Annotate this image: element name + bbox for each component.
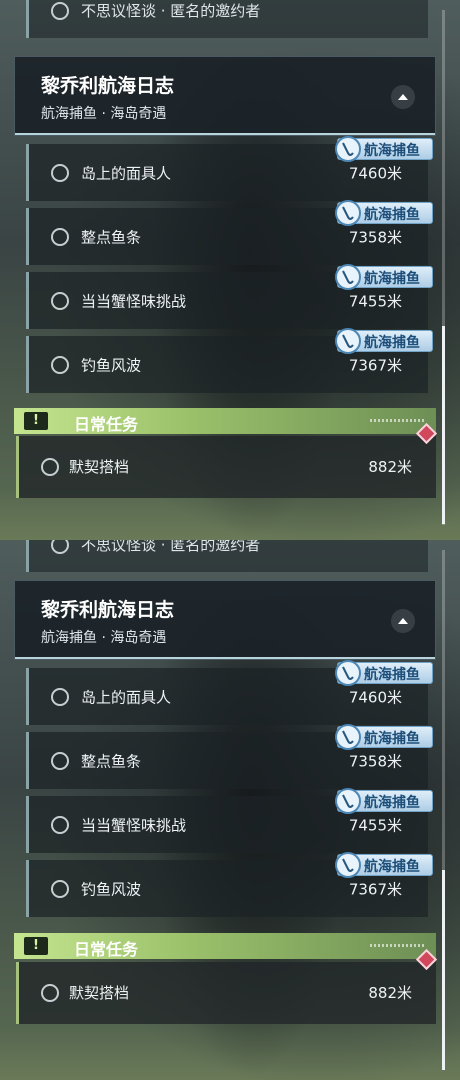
quest-group-title: 黎乔利航海日志 — [41, 599, 175, 621]
daily-tasks-header[interactable]: ! 日常任务 — [14, 408, 436, 434]
tag-label: 航海捕鱼 — [364, 731, 420, 747]
quest-group-header[interactable]: 黎乔利航海日志 航海捕鱼 · 海岛奇遇 — [14, 56, 436, 136]
task-status-circle-icon — [51, 2, 69, 20]
daily-task-row[interactable]: 默契搭档 882米 — [16, 422, 438, 498]
chevron-up-icon — [398, 618, 408, 624]
task-distance: 7455米 — [348, 816, 402, 834]
task-category-tag: 航海捕鱼 — [335, 328, 433, 354]
scrollbar-thumb[interactable] — [442, 870, 445, 1070]
task-status-circle-icon — [51, 163, 69, 182]
task-category-tag: 航海捕鱼 — [335, 852, 433, 878]
task-status-circle-icon — [51, 879, 69, 898]
task-label: 整点鱼条 — [81, 752, 142, 770]
fishing-icon — [335, 264, 361, 290]
fishing-icon — [335, 136, 361, 162]
task-distance: 7460米 — [348, 164, 402, 182]
daily-task-row[interactable]: 默契搭档 882米 — [16, 948, 438, 1024]
exclamation-icon: ! — [24, 937, 48, 955]
task-label: 钓鱼风波 — [81, 880, 142, 898]
quest-tracker-panel: 不思议怪谈 · 匿名的邀约者 黎乔利航海日志 航海捕鱼 · 海岛奇遇 岛上的面具… — [0, 540, 460, 1080]
decorative-lines — [370, 419, 424, 422]
task-label: 钓鱼风波 — [81, 356, 142, 374]
task-row-partial[interactable]: 不思议怪谈 · 匿名的邀约者 — [26, 0, 428, 38]
task-distance: 882米 — [368, 984, 412, 1002]
fishing-icon — [335, 200, 361, 226]
daily-tasks-title: 日常任务 — [74, 940, 139, 959]
fishing-icon — [335, 660, 361, 686]
task-category-tag: 航海捕鱼 — [335, 660, 433, 686]
task-label: 默契搭档 — [69, 984, 130, 1002]
task-label: 默契搭档 — [69, 458, 130, 476]
task-label: 当当蟹怪味挑战 — [81, 292, 187, 310]
task-category-tag: 航海捕鱼 — [335, 788, 433, 814]
task-distance: 7367米 — [348, 880, 402, 898]
fishing-icon — [335, 724, 361, 750]
decorative-lines — [370, 944, 424, 947]
tag-label: 航海捕鱼 — [364, 207, 420, 223]
task-distance: 7460米 — [348, 688, 402, 706]
quest-group-title: 黎乔利航海日志 — [41, 75, 175, 97]
task-distance: 882米 — [368, 458, 412, 476]
tag-label: 航海捕鱼 — [364, 795, 420, 811]
task-label: 岛上的面具人 — [81, 688, 172, 706]
task-label: 整点鱼条 — [81, 228, 142, 246]
task-label: 不思议怪谈 · 匿名的邀约者 — [81, 540, 261, 554]
task-label: 当当蟹怪味挑战 — [81, 816, 187, 834]
task-label: 不思议怪谈 · 匿名的邀约者 — [81, 2, 261, 20]
quest-tracker-panel: 不思议怪谈 · 匿名的邀约者 黎乔利航海日志 航海捕鱼 · 海岛奇遇 岛上的面具… — [0, 0, 460, 540]
task-status-circle-icon — [51, 751, 69, 770]
chevron-up-icon — [398, 94, 408, 100]
quest-group-header[interactable]: 黎乔利航海日志 航海捕鱼 · 海岛奇遇 — [14, 580, 436, 660]
task-status-circle-icon — [51, 227, 69, 246]
task-status-circle-icon — [51, 687, 69, 706]
tag-label: 航海捕鱼 — [364, 335, 420, 351]
quest-group-subtitle: 航海捕鱼 · 海岛奇遇 — [41, 106, 167, 122]
exclamation-icon: ! — [24, 412, 48, 430]
fishing-icon — [335, 852, 361, 878]
collapse-button[interactable] — [391, 609, 415, 633]
collapse-button[interactable] — [391, 85, 415, 109]
daily-tasks-header[interactable]: ! 日常任务 — [14, 933, 436, 959]
task-category-tag: 航海捕鱼 — [335, 200, 433, 226]
task-status-circle-icon — [51, 291, 69, 310]
fishing-icon — [335, 328, 361, 354]
tag-label: 航海捕鱼 — [364, 271, 420, 287]
scrollbar-thumb[interactable] — [442, 326, 445, 524]
task-category-tag: 航海捕鱼 — [335, 264, 433, 290]
fishing-icon — [335, 788, 361, 814]
task-status-circle-icon — [41, 984, 59, 1002]
task-status-circle-icon — [51, 540, 69, 554]
task-distance: 7455米 — [348, 292, 402, 310]
daily-tasks-title: 日常任务 — [74, 415, 139, 434]
tag-label: 航海捕鱼 — [364, 143, 420, 159]
task-category-tag: 航海捕鱼 — [335, 136, 433, 162]
quest-group-subtitle: 航海捕鱼 · 海岛奇遇 — [41, 630, 167, 646]
task-category-tag: 航海捕鱼 — [335, 724, 433, 750]
task-status-circle-icon — [41, 458, 59, 476]
task-status-circle-icon — [51, 355, 69, 374]
task-distance: 7358米 — [348, 228, 402, 246]
tag-label: 航海捕鱼 — [364, 667, 420, 683]
tag-label: 航海捕鱼 — [364, 859, 420, 875]
task-label: 岛上的面具人 — [81, 164, 172, 182]
task-status-circle-icon — [51, 815, 69, 834]
task-row-partial[interactable]: 不思议怪谈 · 匿名的邀约者 — [26, 540, 428, 572]
task-distance: 7358米 — [348, 752, 402, 770]
task-distance: 7367米 — [348, 356, 402, 374]
